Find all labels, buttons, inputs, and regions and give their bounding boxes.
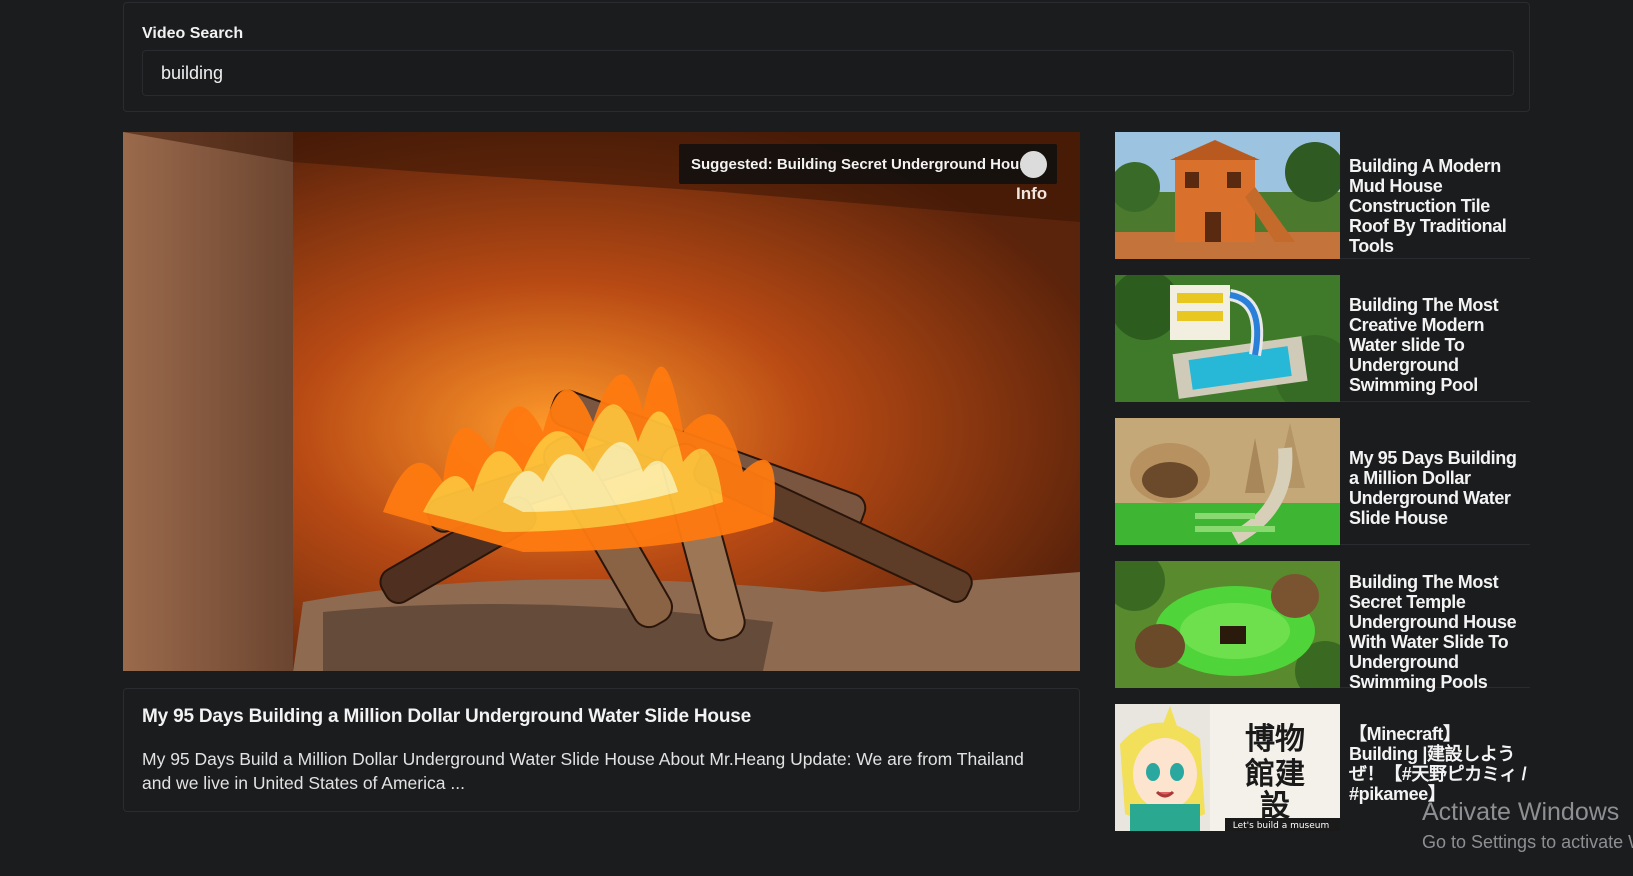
video-thumbnail[interactable] xyxy=(1115,275,1340,402)
related-video-item[interactable]: Building The Most Creative Modern Water … xyxy=(1115,275,1530,402)
toggle-dot-icon[interactable] xyxy=(1020,151,1047,178)
suggested-video-banner[interactable]: Suggested: Building Secret Underground H… xyxy=(679,144,1057,184)
related-video-item[interactable]: My 95 Days Building a Million Dollar Und… xyxy=(1115,418,1530,545)
video-thumbnail[interactable] xyxy=(1115,132,1340,259)
related-video-title[interactable]: My 95 Days Building a Million Dollar Und… xyxy=(1349,448,1529,528)
video-thumbnail[interactable] xyxy=(1115,418,1340,545)
search-label: Video Search xyxy=(142,25,244,42)
activate-windows-watermark: Activate Windows xyxy=(1422,798,1620,826)
related-video-item[interactable]: Building The Most Secret Temple Undergro… xyxy=(1115,561,1530,692)
video-description-panel: My 95 Days Building a Million Dollar Und… xyxy=(123,688,1080,812)
svg-text:館建: 館建 xyxy=(1245,757,1305,792)
related-video-item[interactable]: Building A Modern Mud House Construction… xyxy=(1115,132,1530,259)
search-panel: Video Search xyxy=(123,2,1530,112)
suggested-label: Suggested: Building Secret Underground H… xyxy=(691,155,1037,173)
video-thumbnail[interactable]: 博物 館建 設 Let's build a museum xyxy=(1115,704,1340,831)
video-description: My 95 Days Build a Million Dollar Underg… xyxy=(142,749,1024,793)
activate-windows-hint: Go to Settings to activate Windows. xyxy=(1422,832,1633,852)
related-video-title[interactable]: Building The Most Creative Modern Water … xyxy=(1349,295,1529,395)
video-frame-fireplace xyxy=(123,132,1080,671)
thumbnail-jp-caption: 博物 xyxy=(1245,722,1305,757)
search-input[interactable] xyxy=(142,50,1514,96)
related-video-title[interactable]: Building The Most Secret Temple Undergro… xyxy=(1349,572,1529,692)
thumbnail-en-caption: Let's build a museum xyxy=(1233,821,1329,831)
related-video-title[interactable]: 【Minecraft】Building |建設しようぜ！【#天野ピカミィ / #… xyxy=(1349,724,1529,804)
info-button[interactable]: Info xyxy=(1016,184,1047,204)
video-thumbnail[interactable] xyxy=(1115,561,1340,688)
video-player[interactable]: Suggested: Building Secret Underground H… xyxy=(123,132,1080,671)
related-video-title[interactable]: Building A Modern Mud House Construction… xyxy=(1349,156,1529,256)
video-title: My 95 Days Building a Million Dollar Und… xyxy=(142,706,751,727)
